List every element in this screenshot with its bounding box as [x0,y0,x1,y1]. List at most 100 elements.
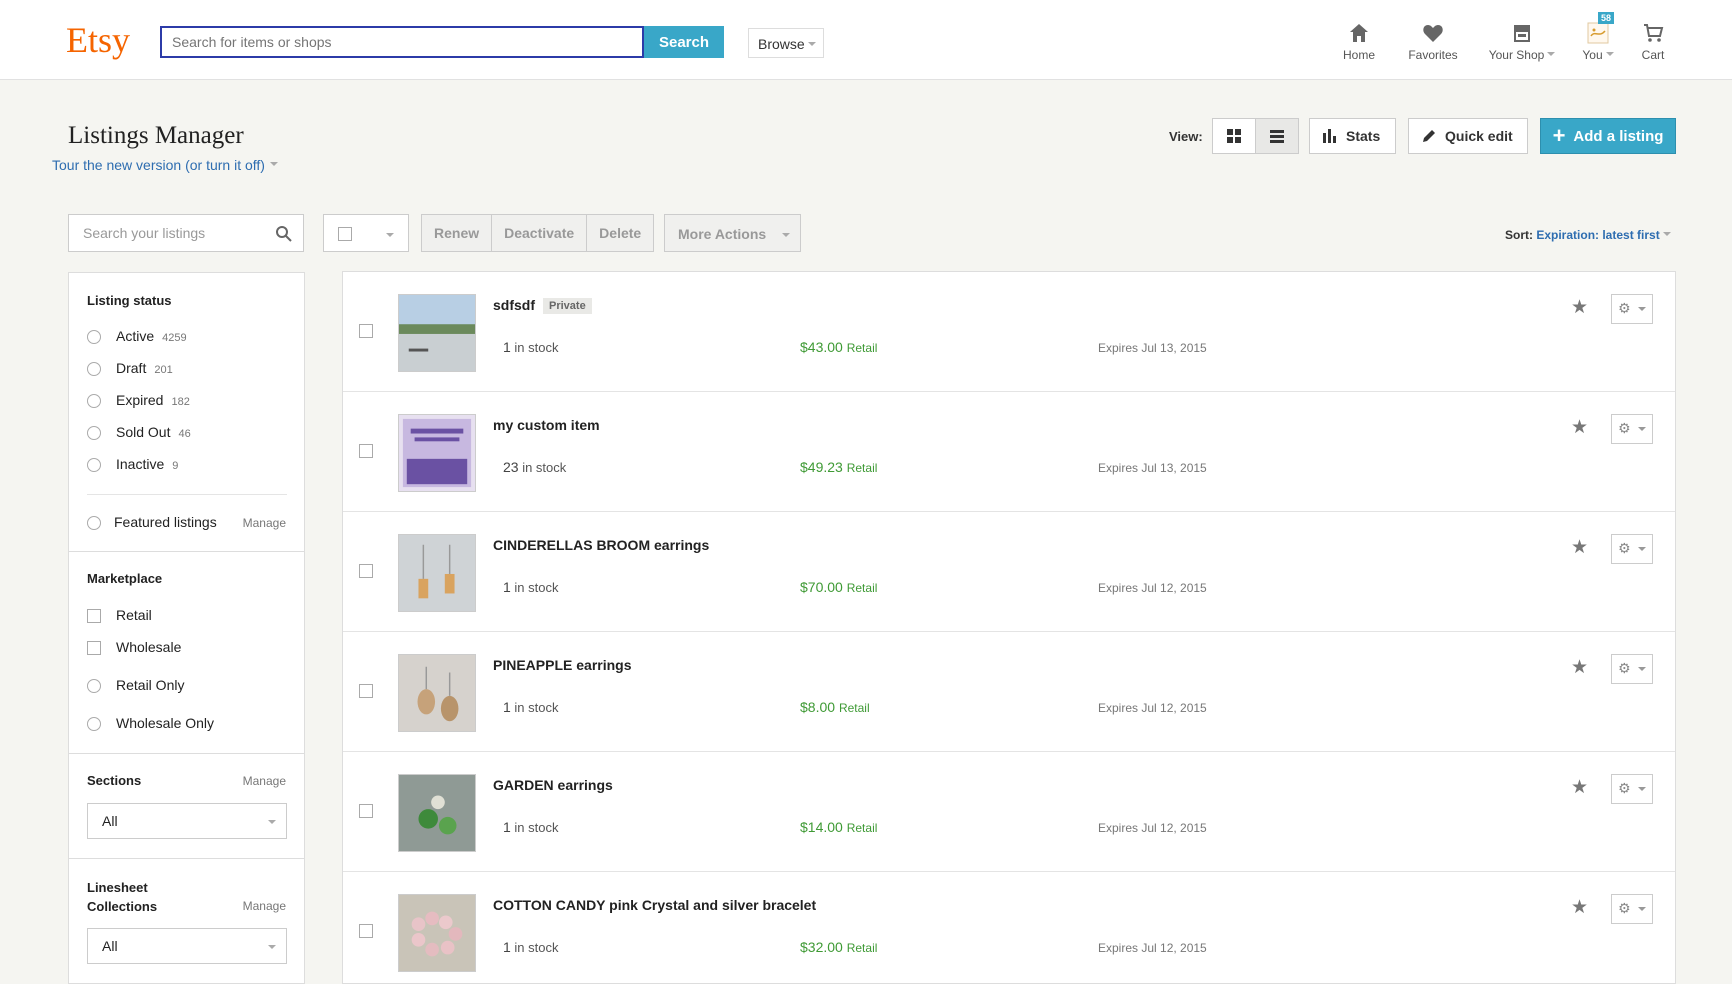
status-radio-expired[interactable] [87,394,101,408]
expiration-date: Expires Jul 13, 2015 [1098,461,1207,475]
listing-title-link[interactable]: my custom item [493,417,600,433]
sections-select-value: All [102,813,118,829]
marketplace-radio-retail-only[interactable] [87,679,101,693]
nav-your-shop[interactable]: Your Shop [1478,6,1566,72]
feature-star-icon[interactable]: ★ [1571,536,1588,559]
status-radio-featured[interactable] [87,516,101,530]
marketplace-wholesale[interactable]: Wholesale [116,639,181,655]
search-input[interactable] [160,26,644,58]
listing-checkbox[interactable] [359,444,373,458]
more-actions-label: More Actions [678,226,767,242]
status-expired[interactable]: Expired 182 [116,392,190,408]
list-view-button[interactable] [1255,118,1299,154]
listing-title-link[interactable]: CINDERELLAS BROOM earrings [493,537,709,553]
sections-select[interactable]: All [87,803,287,839]
renew-button[interactable]: Renew [421,214,493,252]
search-button[interactable]: Search [644,26,724,58]
browse-label: Browse [758,36,805,52]
listing-checkbox[interactable] [359,684,373,698]
price: $8.00 Retail [800,699,870,715]
marketplace-retail-only[interactable]: Retail Only [116,677,184,693]
listing-title-link[interactable]: PINEAPPLE earrings [493,657,632,673]
chevron-down-icon [1547,51,1556,60]
delete-button[interactable]: Delete [586,214,655,252]
nav-favorites[interactable]: Favorites [1393,6,1473,72]
feature-star-icon[interactable]: ★ [1571,656,1588,679]
listing-options-button[interactable]: ⚙ [1611,294,1653,324]
listing-options-button[interactable]: ⚙ [1611,894,1653,924]
status-featured[interactable]: Featured listings [114,514,217,530]
feature-star-icon[interactable]: ★ [1571,296,1588,319]
nav-home-label: Home [1342,48,1375,62]
listing-title-link[interactable]: sdfsdf Private [493,297,592,314]
divider [69,753,304,754]
status-radio-sold-out[interactable] [87,426,101,440]
listing-row: COTTON CANDY pink Crystal and silver bra… [343,872,1675,984]
chevron-down-icon [1638,547,1646,555]
featured-manage-link[interactable]: Manage [243,516,286,530]
browse-dropdown[interactable]: Browse [748,28,824,58]
nav-you[interactable]: You 58 [1570,6,1626,72]
stock-info: 1 in stock [503,579,559,595]
tour-new-version-link[interactable]: Tour the new version (or turn it off) [52,157,278,173]
status-draft[interactable]: Draft 201 [116,360,173,376]
linesheet-manage-link[interactable]: Manage [243,899,286,913]
nav-your-shop-label: Your Shop [1478,48,1566,62]
linesheet-select[interactable]: All [87,928,287,964]
quick-edit-label: Quick edit [1445,128,1513,144]
listing-checkbox[interactable] [359,324,373,338]
marketplace-checkbox-retail[interactable] [87,609,101,623]
shop-icon [1514,25,1530,42]
stats-button[interactable]: Stats [1309,118,1396,154]
stock-info: 1 in stock [503,339,559,355]
status-radio-active[interactable] [87,330,101,344]
select-all-dropdown[interactable] [323,214,409,252]
sections-manage-link[interactable]: Manage [243,774,286,788]
listing-checkbox[interactable] [359,804,373,818]
deactivate-button[interactable]: Deactivate [491,214,588,252]
gear-icon: ⚙ [1618,660,1631,676]
listing-thumbnail[interactable] [398,294,476,372]
listing-thumbnail[interactable] [398,774,476,852]
listing-thumbnail[interactable] [398,654,476,732]
select-all-checkbox[interactable] [338,227,352,241]
more-actions-dropdown[interactable]: More Actions [664,214,801,252]
sort-value: Expiration: latest first [1536,228,1660,242]
chevron-down-icon [269,162,278,170]
marketplace-checkbox-wholesale[interactable] [87,641,101,655]
listing-thumbnail[interactable] [398,414,476,492]
listing-options-button[interactable]: ⚙ [1611,414,1653,444]
bulk-action-group: Renew Deactivate Delete [421,214,655,252]
status-radio-inactive[interactable] [87,458,101,472]
status-inactive[interactable]: Inactive 9 [116,456,178,472]
feature-star-icon[interactable]: ★ [1571,776,1588,799]
status-active[interactable]: Active 4259 [116,328,187,344]
listing-checkbox[interactable] [359,564,373,578]
listing-thumbnail[interactable] [398,534,476,612]
feature-star-icon[interactable]: ★ [1571,416,1588,439]
marketplace-radio-wholesale-only[interactable] [87,717,101,731]
listing-checkbox[interactable] [359,924,373,938]
feature-star-icon[interactable]: ★ [1571,896,1588,919]
marketplace-wholesale-only[interactable]: Wholesale Only [116,715,214,731]
search-listings-input[interactable]: Search your listings [68,214,304,252]
grid-view-button[interactable] [1212,118,1256,154]
chevron-down-icon [808,42,816,50]
listing-title-link[interactable]: GARDEN earrings [493,777,613,793]
marketplace-retail[interactable]: Retail [116,607,152,623]
listing-thumbnail[interactable] [398,894,476,972]
status-radio-draft[interactable] [87,362,101,376]
etsy-logo[interactable]: Etsy [66,20,130,60]
listing-title-link[interactable]: COTTON CANDY pink Crystal and silver bra… [493,897,816,913]
listing-options-button[interactable]: ⚙ [1611,654,1653,684]
quick-edit-button[interactable]: Quick edit [1408,118,1528,154]
add-listing-button[interactable]: + Add a listing [1540,118,1676,154]
listing-options-button[interactable]: ⚙ [1611,774,1653,804]
status-sold-out[interactable]: Sold Out 46 [116,424,191,440]
divider [69,858,304,859]
nav-cart[interactable]: Cart [1630,6,1676,72]
chevron-down-icon [268,945,276,953]
listing-options-button[interactable]: ⚙ [1611,534,1653,564]
sort-control[interactable]: Sort: Expiration: latest first [1505,228,1671,242]
nav-home[interactable]: Home [1330,6,1388,72]
